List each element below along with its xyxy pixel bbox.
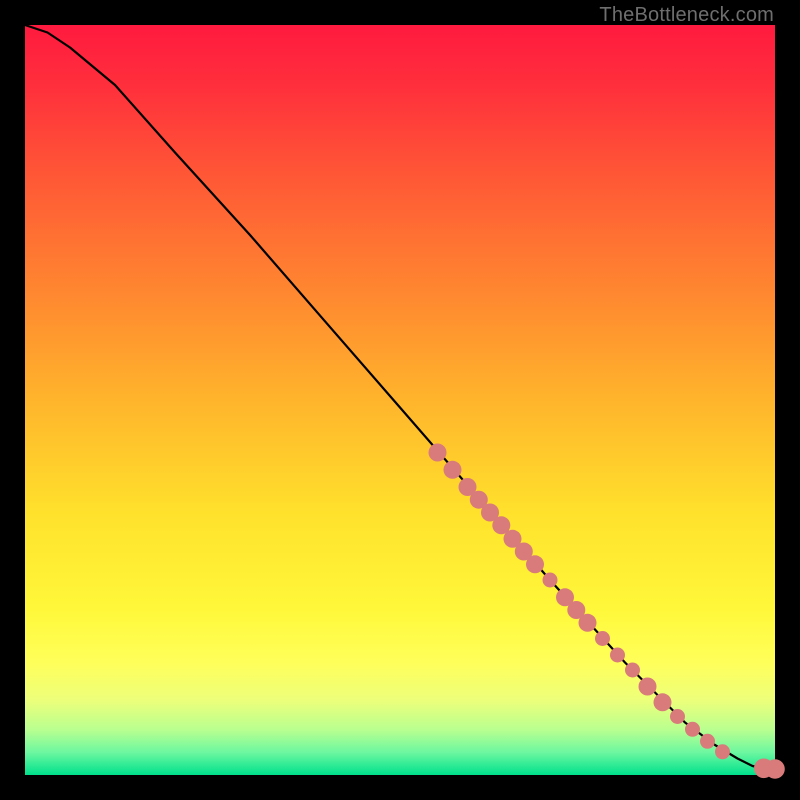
chart-frame: TheBottleneck.com [0, 0, 800, 800]
chart-marker [526, 555, 544, 573]
chart-overlay [25, 25, 775, 775]
chart-marker [670, 709, 685, 724]
chart-marker [579, 614, 597, 632]
chart-marker [765, 759, 785, 779]
chart-marker [715, 744, 730, 759]
chart-markers [429, 444, 785, 779]
chart-marker [444, 461, 462, 479]
chart-marker [595, 631, 610, 646]
chart-marker [654, 693, 672, 711]
chart-marker [639, 678, 657, 696]
plot-area [25, 25, 775, 775]
chart-marker [543, 573, 558, 588]
chart-marker [700, 734, 715, 749]
chart-marker [685, 722, 700, 737]
chart-marker [625, 663, 640, 678]
attribution-label: TheBottleneck.com [599, 4, 774, 27]
chart-marker [429, 444, 447, 462]
chart-curve [25, 25, 775, 769]
chart-marker [610, 648, 625, 663]
